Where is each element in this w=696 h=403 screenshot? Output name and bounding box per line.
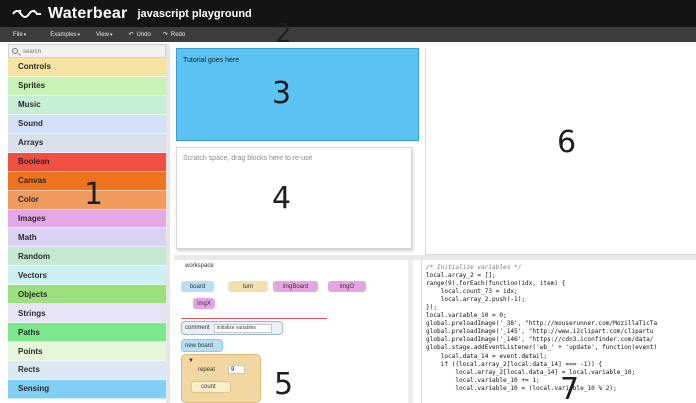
region-number-5: 5 (274, 367, 294, 402)
region-number-6: 6 (557, 125, 577, 160)
repeat-count-input[interactable]: 9 (228, 365, 245, 374)
scratch-space[interactable]: Scratch space, drag blocks here to re-us… (176, 147, 412, 249)
waterbear-logo-icon (12, 9, 41, 18)
code-line: local.variable_10 = 0; (426, 312, 507, 320)
workspace-label: workspace (185, 263, 214, 269)
undo-button[interactable]: ↶ Undo (128, 27, 150, 42)
new-board-label: new board (185, 342, 214, 349)
menu-bar: File ▾ Examples ▾ View ▾ ↶ Undo ↷ Redo (0, 27, 696, 42)
menu-examples-label: Examples (50, 31, 77, 38)
code-view: /* Initialize variables */local.array_2 … (421, 260, 696, 403)
category-boolean[interactable]: Boolean (8, 152, 166, 172)
category-images[interactable]: Images (8, 209, 166, 229)
workspace-divider-line (181, 318, 327, 319)
code-line: if ((local.array_2[local.data_14] === -1… (426, 360, 603, 368)
comment-block-label: comment (185, 325, 210, 331)
category-objects[interactable]: Objects (8, 285, 166, 305)
category-vectors[interactable]: Vectors (8, 266, 166, 286)
title-bar: Waterbear javascript playground (0, 0, 696, 27)
code-line: global.preloadImage('_38', "http://mouse… (426, 320, 658, 328)
category-list: Controls Sprites Music Sound Arrays Boolean Ca… (8, 58, 166, 399)
search-box (8, 44, 166, 58)
search-icon (12, 48, 18, 54)
category-strings[interactable]: Strings (8, 304, 166, 324)
category-music[interactable]: Music (8, 95, 166, 115)
redo-button[interactable]: ↷ Redo (163, 27, 185, 42)
variable-chip-imgx[interactable]: imgX (193, 298, 215, 309)
variable-chip-imgo[interactable]: imgO (328, 281, 366, 292)
code-line: }); (426, 304, 438, 312)
search-input[interactable] (23, 47, 161, 56)
code-line: local.array_2.push(-1); (426, 296, 526, 304)
sidebar-scrollbar[interactable] (166, 44, 170, 403)
collapse-toggle-icon[interactable]: ▼ (188, 358, 194, 364)
menu-file-label: File (13, 31, 23, 38)
new-board-block[interactable]: new board (181, 339, 223, 352)
chevron-down-icon: ▾ (77, 31, 81, 38)
category-math[interactable]: Math (8, 228, 166, 248)
region-number-4: 4 (272, 181, 292, 216)
comment-block[interactable]: comment initialize variables (181, 321, 283, 335)
category-sensing[interactable]: Sensing (8, 379, 166, 399)
code-line: local.count_73 = idx; (426, 288, 518, 296)
chevron-down-icon: ▾ (23, 31, 27, 38)
variable-chip-turn[interactable]: turn (228, 281, 268, 292)
region-number-7: 7 (560, 372, 580, 403)
block-category-sidebar: ControlsSpritesMusicSoundArraysBooleanCa… (8, 44, 166, 403)
tutorial-text: Tutorial goes here (183, 57, 240, 64)
category-paths[interactable]: Paths (8, 323, 166, 343)
code-line: local.data_14 = event.detail; (426, 352, 548, 360)
tutorial-panel: Tutorial goes here (176, 48, 419, 141)
code-line: /* Initialize variables */ (426, 264, 522, 271)
region-number-3: 3 (272, 76, 292, 111)
region-number-2: 2 (275, 19, 292, 49)
redo-label: Redo (170, 31, 186, 38)
repeat-block[interactable]: ▼ repeat 9 count (181, 354, 261, 403)
menu-examples[interactable]: Examples ▾ (50, 27, 80, 42)
code-line: global.preloadImage('_145', "http://www.… (426, 328, 654, 336)
scratch-hint: Scratch space, drag blocks here to re-us… (183, 155, 313, 162)
code-line: global.stage.addEventListener('wb_' + 'u… (426, 344, 658, 352)
repeat-label: repeat (198, 367, 216, 373)
category-arrays[interactable]: Arrays (8, 133, 166, 153)
menu-file[interactable]: File ▾ (13, 27, 26, 42)
chevron-down-icon: ▾ (109, 31, 113, 38)
app-subtitle: javascript playground (137, 7, 252, 20)
count-label: count (201, 384, 216, 390)
variable-chip-board[interactable]: board (181, 281, 214, 292)
region-number-1: 1 (84, 177, 104, 212)
workspace-scrollbar[interactable] (408, 260, 413, 403)
waterbear-app: Waterbear javascript playground File ▾ Ex… (0, 0, 696, 403)
app-title: Waterbear (48, 4, 128, 22)
code-line: local.array_2 = []; (426, 272, 496, 280)
category-rects[interactable]: Rects (8, 361, 166, 380)
category-sound[interactable]: Sound (8, 114, 166, 134)
redo-icon: ↷ (162, 32, 168, 38)
menu-view-label: View (96, 31, 109, 38)
code-lines: /* Initialize variables */local.array_2 … (426, 264, 657, 393)
category-controls[interactable]: Controls (8, 58, 166, 77)
category-random[interactable]: Random (8, 247, 166, 267)
comment-input[interactable]: initialize variables (213, 323, 272, 333)
code-line: local.variable_10 = (local.variable_10 %… (426, 384, 617, 392)
code-line: global.preloadImage('_146', "https://cdn… (426, 336, 654, 344)
menu-view[interactable]: View ▾ (96, 27, 112, 42)
count-block[interactable]: count (191, 381, 231, 393)
code-line: local.variable_10 += 1; (426, 376, 540, 384)
category-sprites[interactable]: Sprites (8, 76, 166, 96)
category-points[interactable]: Points (8, 342, 166, 361)
variable-chip-imgboard[interactable]: imgBoard (273, 281, 318, 292)
undo-icon: ↶ (128, 32, 134, 38)
workspace-panel[interactable]: workspace board turn imgBoard imgO imgX … (176, 260, 414, 403)
code-line: local.array_2[local.data_14] = local.var… (426, 368, 636, 376)
code-line: range(9).forEach(function(idx, item) { (426, 280, 566, 288)
undo-label: Undo (136, 31, 151, 38)
